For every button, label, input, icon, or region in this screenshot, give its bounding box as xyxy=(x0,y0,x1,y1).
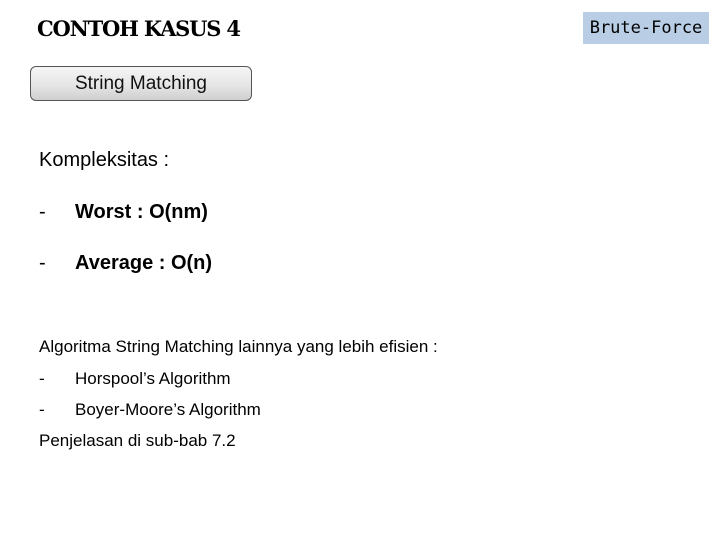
bullet-dash: - xyxy=(39,400,45,419)
alternative-horspool: Horspool’s Algorithm xyxy=(75,369,231,388)
bullet-dash: - xyxy=(39,369,45,388)
reference-note: Penjelasan di sub-bab 7.2 xyxy=(39,431,236,450)
complexity-label: Kompleksitas : xyxy=(39,149,170,171)
slide: CONTOH KASUS 4 Brute-Force String Matchi… xyxy=(0,0,720,540)
complexity-worst: Worst : O(nm) xyxy=(75,201,208,223)
section-label-button[interactable]: String Matching xyxy=(30,66,252,101)
slide-title: CONTOH KASUS 4 xyxy=(37,16,241,41)
bullet-dash: - xyxy=(39,252,46,274)
complexity-average: Average : O(n) xyxy=(75,252,213,274)
alternative-boyer-moore: Boyer-Moore’s Algorithm xyxy=(75,400,261,419)
alternatives-label: Algoritma String Matching lainnya yang l… xyxy=(39,337,438,356)
bullet-dash: - xyxy=(39,201,46,223)
topic-badge: Brute-Force xyxy=(583,12,709,44)
